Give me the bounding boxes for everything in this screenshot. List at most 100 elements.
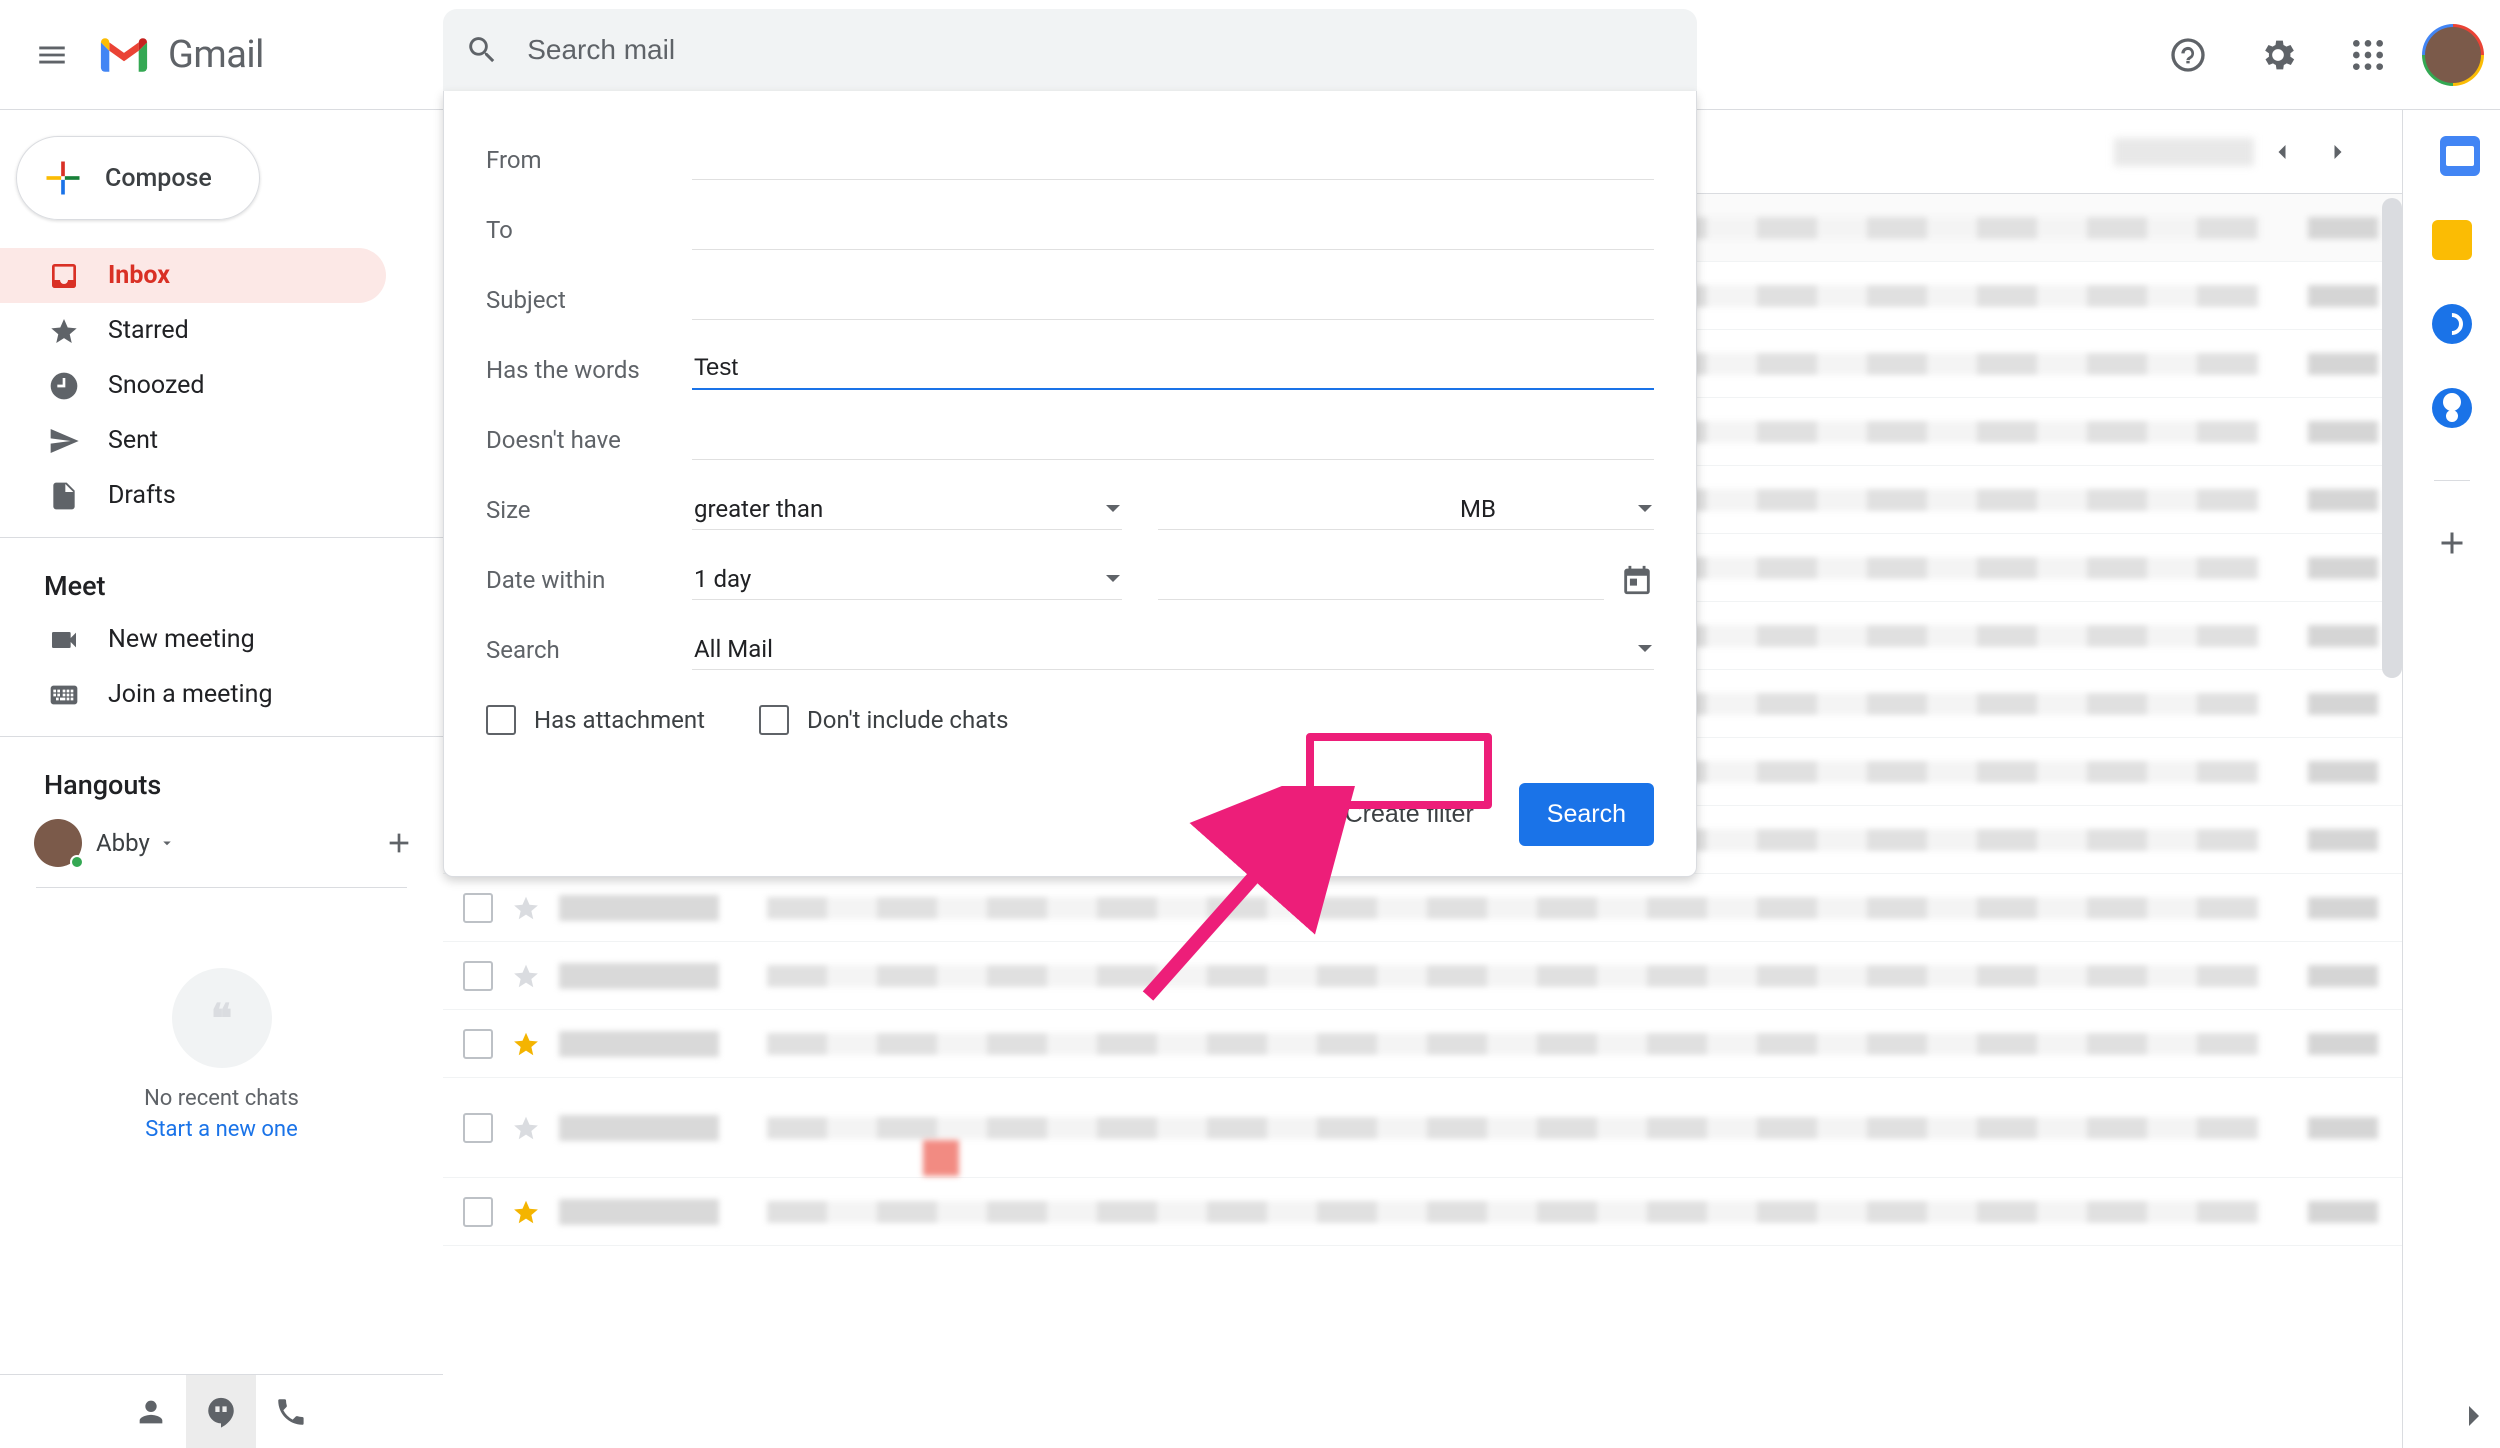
email-row[interactable] xyxy=(443,942,2402,1010)
expand-sidepanel-button[interactable] xyxy=(2454,1396,2494,1436)
filter-date-label: Date within xyxy=(486,566,692,594)
create-filter-button[interactable]: Create filter xyxy=(1322,783,1497,846)
filter-haswords-input[interactable] xyxy=(692,350,1654,390)
row-checkbox[interactable] xyxy=(463,893,493,923)
calendar-app-button[interactable] xyxy=(2440,136,2480,176)
calendar-icon[interactable] xyxy=(1620,563,1654,597)
contacts-app-button[interactable] xyxy=(2432,388,2472,428)
exclude-chats-checkbox[interactable]: Don't include chats xyxy=(759,705,1008,735)
hangouts-user-row[interactable]: Abby xyxy=(0,811,443,867)
sidebar-item-snoozed[interactable]: Snoozed xyxy=(0,358,386,413)
search-input[interactable] xyxy=(525,33,1697,67)
row-star[interactable] xyxy=(511,1113,541,1143)
row-checkbox[interactable] xyxy=(463,1197,493,1227)
settings-button[interactable] xyxy=(2242,19,2314,91)
email-row[interactable] xyxy=(443,1178,2402,1246)
filter-doesnthave-label: Doesn't have xyxy=(486,426,692,454)
filter-size-value-input[interactable] xyxy=(1158,491,1458,530)
checkbox-box-icon xyxy=(486,705,516,735)
has-attachment-checkbox[interactable]: Has attachment xyxy=(486,705,705,735)
sidebar-item-sent[interactable]: Sent xyxy=(0,413,386,468)
sidebar-item-new-meeting[interactable]: New meeting xyxy=(0,612,386,667)
filter-size-unit-dropdown[interactable]: MB xyxy=(1458,491,1654,530)
hamburger-icon xyxy=(35,38,69,72)
clock-icon xyxy=(48,370,80,402)
keyboard-icon xyxy=(48,679,80,711)
next-page-button[interactable] xyxy=(2310,124,2366,180)
filter-date-input[interactable] xyxy=(1158,561,1604,600)
tab-contacts[interactable] xyxy=(116,1375,186,1448)
drafts-icon xyxy=(48,480,80,512)
keep-app-button[interactable] xyxy=(2432,220,2472,260)
hangouts-heading: Hangouts xyxy=(0,751,443,811)
filter-size-label: Size xyxy=(486,496,692,524)
row-checkbox[interactable] xyxy=(463,961,493,991)
row-star[interactable] xyxy=(511,1197,541,1227)
chevron-down-icon xyxy=(1106,575,1120,582)
chevron-down-icon xyxy=(1638,645,1652,652)
email-row[interactable] xyxy=(443,1078,2402,1178)
avatar-image xyxy=(2425,27,2481,83)
addons-plus-icon[interactable] xyxy=(2434,525,2470,561)
email-row[interactable] xyxy=(443,874,2402,942)
search-bar[interactable] xyxy=(443,9,1697,91)
inbox-icon xyxy=(48,260,80,292)
gmail-logo-icon xyxy=(96,34,152,76)
prev-page-button[interactable] xyxy=(2254,124,2310,180)
search-filter-panel: From To Subject Has the words Doesn't ha… xyxy=(443,91,1697,877)
filter-search-label: Search xyxy=(486,636,692,664)
meet-heading: Meet xyxy=(0,552,443,612)
filter-to-input[interactable] xyxy=(692,211,1654,250)
checkbox-label: Has attachment xyxy=(534,706,705,734)
main-menu-button[interactable] xyxy=(28,31,76,79)
chevron-left-icon xyxy=(2268,138,2296,166)
dropdown-value: All Mail xyxy=(694,635,773,663)
filter-from-label: From xyxy=(486,146,692,174)
hangouts-empty-text: No recent chats xyxy=(0,1086,443,1111)
sidebar-item-starred[interactable]: Starred xyxy=(0,303,386,358)
star-icon xyxy=(48,315,80,347)
star-outline-icon xyxy=(511,893,541,923)
support-button[interactable] xyxy=(2152,19,2224,91)
sidebar-item-inbox[interactable]: Inbox xyxy=(0,248,386,303)
row-checkbox[interactable] xyxy=(463,1113,493,1143)
filter-subject-input[interactable] xyxy=(692,281,1654,320)
chevron-down-icon xyxy=(1638,505,1652,512)
sidebar-item-drafts[interactable]: Drafts xyxy=(0,468,386,523)
row-star[interactable] xyxy=(511,961,541,991)
checkbox-label: Don't include chats xyxy=(807,706,1008,734)
tab-hangouts[interactable] xyxy=(186,1375,256,1448)
scrollbar[interactable] xyxy=(2382,198,2402,678)
hangouts-start-link[interactable]: Start a new one xyxy=(0,1117,443,1142)
separator xyxy=(2434,480,2470,481)
filter-size-op-dropdown[interactable]: greater than xyxy=(692,491,1122,530)
filter-search-location-dropdown[interactable]: All Mail xyxy=(692,631,1654,670)
account-avatar[interactable] xyxy=(2422,24,2484,86)
row-star[interactable] xyxy=(511,893,541,923)
gmail-logo[interactable]: Gmail xyxy=(96,33,264,77)
hangouts-avatar xyxy=(34,819,82,867)
dropdown-value: greater than xyxy=(694,495,823,523)
person-icon xyxy=(134,1395,168,1429)
tab-calls[interactable] xyxy=(256,1375,326,1448)
chevron-right-icon xyxy=(2324,138,2352,166)
row-checkbox[interactable] xyxy=(463,1029,493,1059)
tasks-app-button[interactable] xyxy=(2432,304,2472,344)
nav-label: Join a meeting xyxy=(108,680,272,709)
sidebar-item-join-meeting[interactable]: Join a meeting xyxy=(0,667,386,722)
attachment-chip xyxy=(923,1140,959,1176)
filter-doesnthave-input[interactable] xyxy=(692,421,1654,460)
nav-label: Drafts xyxy=(108,481,176,510)
compose-button[interactable]: Compose xyxy=(16,136,260,220)
search-button[interactable]: Search xyxy=(1519,783,1654,846)
filter-date-range-dropdown[interactable]: 1 day xyxy=(692,561,1122,600)
nav-label: Sent xyxy=(108,426,158,455)
email-row[interactable] xyxy=(443,1010,2402,1078)
plus-icon[interactable] xyxy=(383,827,415,859)
help-icon xyxy=(2168,35,2208,75)
nav-label: New meeting xyxy=(108,625,255,654)
apps-button[interactable] xyxy=(2332,19,2404,91)
row-star[interactable] xyxy=(511,1029,541,1059)
filter-from-input[interactable] xyxy=(692,141,1654,180)
filter-subject-label: Subject xyxy=(486,286,692,314)
